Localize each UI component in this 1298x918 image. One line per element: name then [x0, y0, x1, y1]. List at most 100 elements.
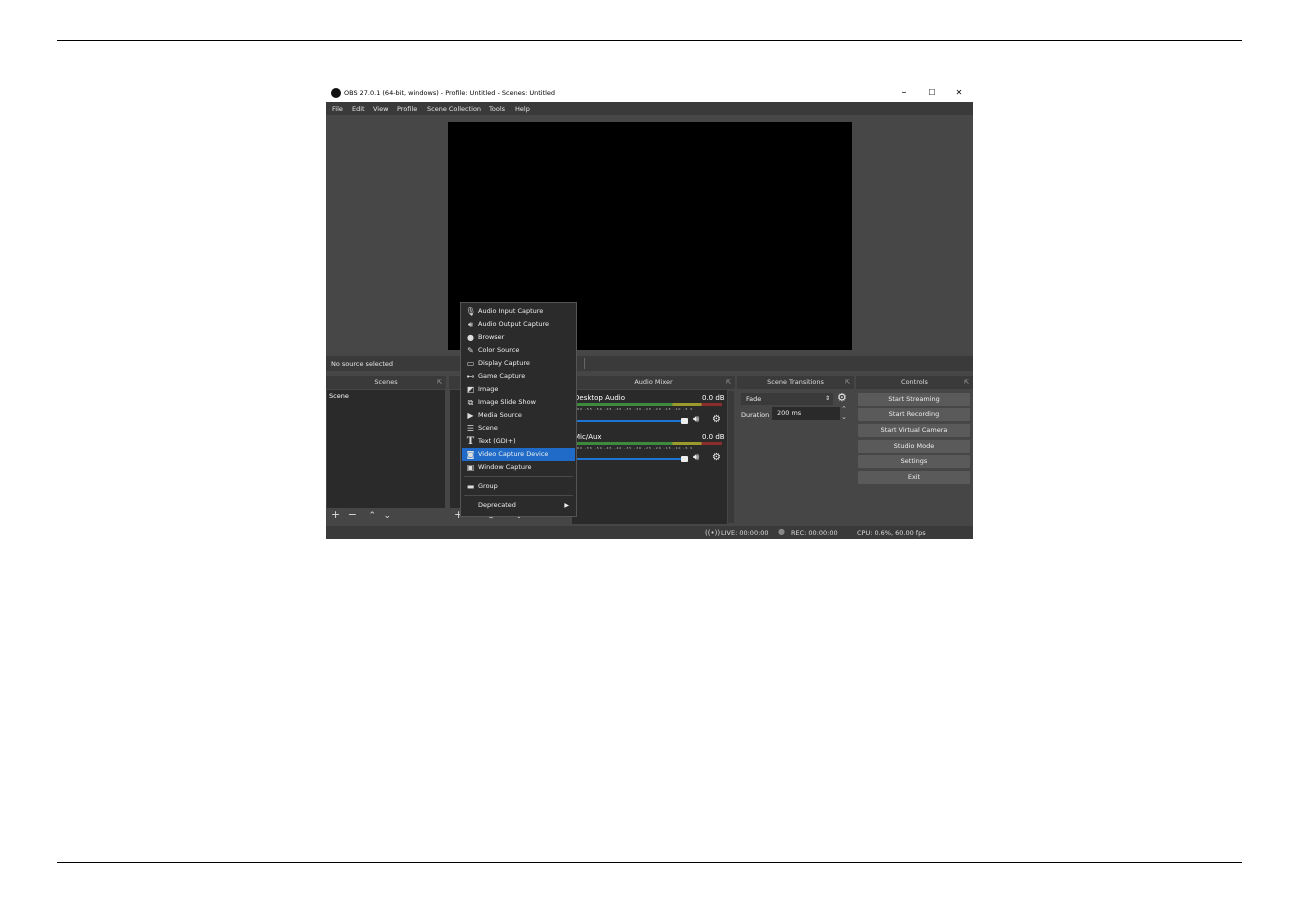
scenes-list[interactable]: Scene: [327, 390, 445, 508]
scene-item[interactable]: Scene: [329, 392, 349, 400]
duration-value: 200 ms: [777, 409, 802, 417]
menu-item-label: Audio Input Capture: [478, 307, 544, 315]
mic-aux-slider-handle[interactable]: [681, 456, 688, 462]
audio-mixer-scrollbar[interactable]: [728, 391, 734, 523]
desktop-audio-volume-slider[interactable]: [576, 420, 686, 422]
dock-float-icon[interactable]: ⇱: [726, 376, 731, 389]
move-up-icon[interactable]: ⌃: [368, 511, 376, 521]
menu-item-image[interactable]: ◩ Image: [462, 383, 575, 396]
dock-float-icon[interactable]: ⇱: [437, 376, 442, 389]
desktop-audio-slider-handle[interactable]: [681, 418, 688, 424]
menu-item-color-source[interactable]: ✎ Color Source: [462, 344, 575, 357]
obs-window: OBS 27.0.1 (64-bit, windows) - Profile: …: [326, 85, 973, 539]
brush-icon: ✎: [467, 346, 474, 355]
menu-item-label: Display Capture: [478, 359, 530, 367]
menu-item-video-capture-device[interactable]: ◙ Video Capture Device: [462, 448, 575, 461]
menu-item-media-source[interactable]: ▶ Media Source: [462, 409, 575, 422]
start-virtual-camera-button[interactable]: Start Virtual Camera: [858, 424, 970, 437]
menu-item-game-capture[interactable]: ⊷ Game Capture: [462, 370, 575, 383]
scenes-dock-header: Scenes ⇱: [326, 376, 446, 389]
title-bar: OBS 27.0.1 (64-bit, windows) - Profile: …: [326, 85, 973, 102]
remove-scene-icon[interactable]: −: [348, 508, 357, 521]
menu-profile[interactable]: Profile: [397, 105, 417, 113]
page-bottom-rule: [57, 862, 1242, 863]
menu-item-label: Text (GDI+): [478, 437, 516, 445]
live-indicator-icon: ((•)): [705, 529, 721, 537]
window-title: OBS 27.0.1 (64-bit, windows) - Profile: …: [344, 89, 556, 97]
menu-item-audio-input-capture[interactable]: 🎙︎ Audio Input Capture: [462, 305, 575, 318]
rec-indicator-icon: ●: [778, 527, 785, 536]
start-recording-button[interactable]: Start Recording: [858, 408, 970, 421]
submenu-arrow-icon: ▶: [564, 502, 569, 509]
menu-item-label: Color Source: [478, 346, 520, 354]
menu-item-label: Deprecated: [478, 501, 516, 509]
duration-input[interactable]: 200 ms: [772, 407, 840, 420]
mic-aux-meter: [576, 442, 722, 445]
transition-select[interactable]: Fade ⇕: [741, 393, 833, 405]
add-scene-icon[interactable]: +: [331, 508, 340, 521]
menu-item-deprecated[interactable]: Deprecated ▶: [462, 499, 575, 512]
image-icon: ◩: [466, 385, 475, 394]
mic-aux-ticks: -60 -55 -50 -45 -40 -35 -30 -25 -20 -15 …: [575, 446, 694, 450]
menu-scene-collection[interactable]: Scene Collection: [427, 105, 481, 113]
controls-title: Controls: [901, 378, 928, 386]
cpu-status: CPU: 0.6%, 60.00 fps: [857, 529, 926, 537]
gamepad-icon: ⊷: [466, 372, 475, 381]
mic-aux-volume-slider[interactable]: [576, 458, 686, 460]
menu-file[interactable]: File: [332, 105, 343, 113]
menu-edit[interactable]: Edit: [352, 105, 365, 113]
gear-icon[interactable]: ⚙: [712, 452, 721, 463]
menu-tools[interactable]: Tools: [489, 105, 505, 113]
menu-separator: [464, 476, 573, 477]
scenes-dock-title: Scenes: [374, 378, 398, 386]
add-source-menu: 🎙︎ Audio Input Capture 🔊︎ Audio Output C…: [460, 302, 577, 517]
menu-item-text-gdi[interactable]: T Text (GDI+): [462, 435, 575, 448]
window-icon: ▣: [466, 463, 475, 472]
speaker-icon[interactable]: 🔊︎: [693, 414, 699, 425]
menu-item-group[interactable]: ▬ Group: [462, 480, 575, 493]
live-time: LIVE: 00:00:00: [721, 529, 769, 537]
transition-settings-icon[interactable]: ⚙: [837, 391, 847, 404]
controls-header: Controls ⇱: [856, 376, 973, 389]
move-down-icon[interactable]: ⌄: [383, 511, 391, 521]
minimize-button[interactable]: –: [894, 86, 914, 100]
transition-value: Fade: [746, 395, 762, 403]
rec-time: REC: 00:00:00: [791, 529, 838, 537]
dock-float-icon[interactable]: ⇱: [845, 376, 850, 389]
desktop-audio-ticks: -60 -55 -50 -45 -40 -35 -30 -25 -20 -15 …: [575, 407, 694, 411]
menu-item-scene[interactable]: ☰ Scene: [462, 422, 575, 435]
menu-item-label: Audio Output Capture: [478, 320, 550, 328]
menu-view[interactable]: View: [373, 105, 388, 113]
start-streaming-button[interactable]: Start Streaming: [858, 393, 970, 406]
desktop-audio-label: Desktop Audio: [574, 394, 625, 402]
menu-help[interactable]: Help: [515, 105, 530, 113]
page-top-rule: [57, 40, 1242, 41]
obs-logo-icon: [331, 88, 341, 98]
no-source-label: No source selected: [331, 360, 393, 368]
close-button[interactable]: ✕: [949, 86, 969, 100]
menu-item-audio-output-capture[interactable]: 🔊︎ Audio Output Capture: [462, 318, 575, 331]
menu-item-browser[interactable]: ● Browser: [462, 331, 575, 344]
studio-mode-button[interactable]: Studio Mode: [858, 440, 970, 453]
menu-item-label: Group: [478, 482, 498, 490]
menu-item-label: Window Capture: [478, 463, 532, 471]
speaker-icon[interactable]: 🔊︎: [693, 452, 699, 463]
play-icon: ▶: [467, 411, 474, 420]
scene-transitions-header: Scene Transitions ⇱: [737, 376, 854, 389]
menu-item-label: Video Capture Device: [478, 450, 549, 458]
maximize-button[interactable]: ☐: [922, 86, 942, 100]
desktop-audio-level: 0.0 dB: [702, 394, 725, 402]
duration-label: Duration: [741, 411, 770, 419]
gear-icon[interactable]: ⚙: [712, 414, 721, 425]
menu-item-display-capture[interactable]: ▭ Display Capture: [462, 357, 575, 370]
duration-spin-icon[interactable]: ⌃ ⌄: [841, 405, 847, 421]
menu-item-window-capture[interactable]: ▣ Window Capture: [462, 461, 575, 474]
menu-item-label: Image Slide Show: [478, 398, 536, 406]
settings-button[interactable]: Settings: [858, 455, 970, 468]
dock-float-icon[interactable]: ⇱: [964, 376, 969, 389]
menu-item-image-slide-show[interactable]: ⧉ Image Slide Show: [462, 396, 575, 409]
scenes-toolbar: + − ⌃ ⌄: [331, 508, 391, 521]
speaker-icon: 🔊︎: [467, 320, 474, 329]
exit-button[interactable]: Exit: [858, 471, 970, 484]
menu-bar: File Edit View Profile Scene Collection …: [326, 102, 973, 115]
